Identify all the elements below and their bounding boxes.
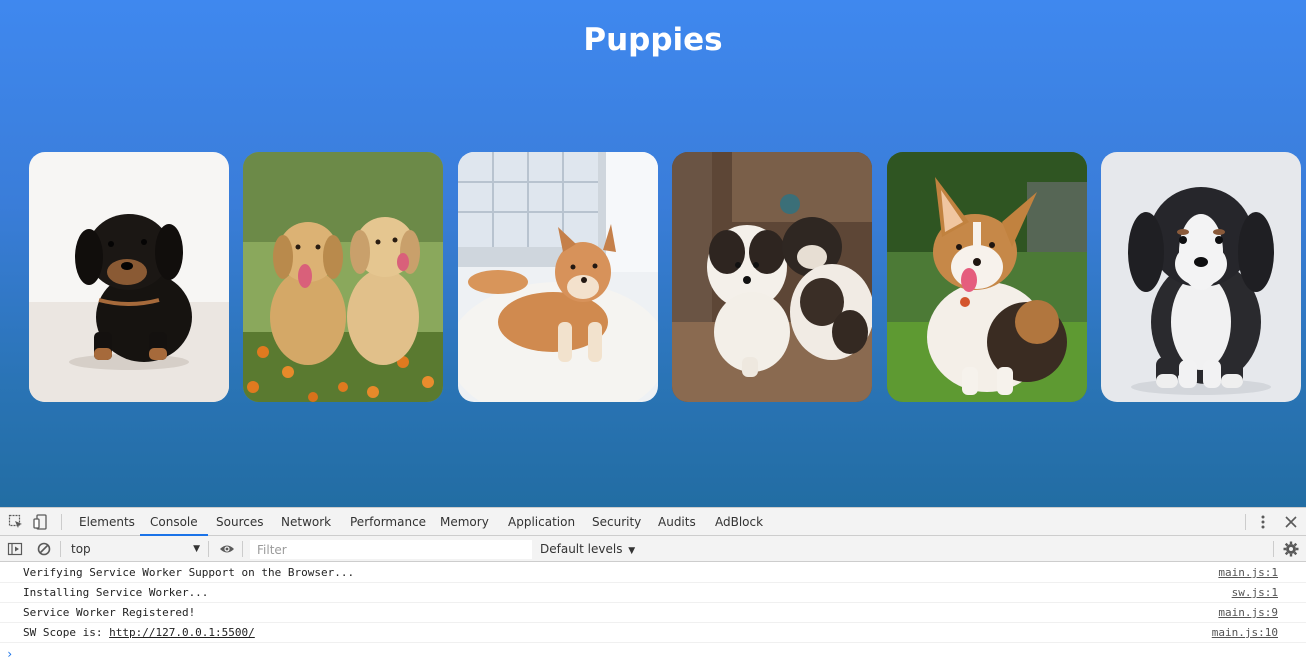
tab-application[interactable]: Application — [508, 508, 575, 536]
console-toolbar: top ▼ Default levels ▼ — [0, 536, 1306, 562]
live-expression-eye-icon[interactable] — [219, 541, 235, 557]
shih-tzu-puppies-image — [672, 152, 872, 402]
shiba-inu-puppy-image — [458, 152, 658, 402]
console-message: Service Worker Registered! main.js:9 — [0, 603, 1306, 623]
console-message-text: Installing Service Worker... — [23, 586, 209, 599]
puppy-card-2[interactable] — [243, 152, 443, 402]
tab-adblock[interactable]: AdBlock — [715, 508, 763, 536]
close-icon[interactable] — [1283, 514, 1299, 530]
execution-context-select[interactable]: top ▼ — [62, 538, 204, 560]
clear-console-icon[interactable] — [36, 541, 52, 557]
tab-memory[interactable]: Memory — [440, 508, 489, 536]
puppy-card-1[interactable] — [29, 152, 229, 402]
more-options-icon[interactable] — [1255, 514, 1271, 530]
console-message-text: Service Worker Registered! — [23, 606, 196, 619]
bernedoodle-puppy-image — [1101, 152, 1301, 402]
devtools-panel: Elements Console Sources Network Perform… — [0, 507, 1306, 665]
golden-retriever-puppies-image — [243, 152, 443, 402]
console-message: Installing Service Worker... sw.js:1 — [0, 583, 1306, 603]
console-source-link[interactable]: main.js:9 — [1218, 603, 1278, 623]
black-dachshund-puppy-image — [29, 152, 229, 402]
puppy-card-3[interactable] — [458, 152, 658, 402]
settings-gear-icon[interactable] — [1283, 541, 1299, 557]
toolbar-separator — [1273, 541, 1274, 557]
show-sidebar-icon[interactable] — [7, 541, 23, 557]
console-source-link[interactable]: sw.js:1 — [1232, 583, 1278, 603]
log-levels-label: Default levels — [540, 542, 623, 556]
page-title: Puppies — [583, 22, 723, 58]
filter-input[interactable] — [250, 540, 532, 559]
tab-audits[interactable]: Audits — [658, 508, 696, 536]
console-message-text: SW Scope is: http://127.0.0.1:5500/ — [23, 623, 255, 643]
console-message: Verifying Service Worker Support on the … — [0, 563, 1306, 583]
console-source-link[interactable]: main.js:10 — [1212, 623, 1278, 643]
log-levels-dropdown[interactable]: Default levels ▼ — [540, 538, 635, 560]
page-background: Puppies — [0, 0, 1306, 507]
execution-context-value: top — [71, 542, 91, 556]
tab-security[interactable]: Security — [592, 508, 641, 536]
tab-elements[interactable]: Elements — [79, 508, 135, 536]
console-source-link[interactable]: main.js:1 — [1218, 563, 1278, 583]
inspect-element-icon[interactable] — [8, 514, 24, 530]
console-message-text: Verifying Service Worker Support on the … — [23, 566, 355, 579]
tab-separator — [61, 514, 62, 530]
console-message-prefix: SW Scope is: — [23, 626, 110, 639]
scope-url-link[interactable]: http://127.0.0.1:5500/ — [109, 626, 255, 639]
console-prompt-icon[interactable]: › — [6, 647, 13, 661]
devtools-tabbar: Elements Console Sources Network Perform… — [0, 508, 1306, 536]
console-message: SW Scope is: http://127.0.0.1:5500/ main… — [0, 623, 1306, 643]
puppy-card-5[interactable] — [887, 152, 1087, 402]
toolbar-separator — [60, 541, 61, 557]
console-log-list: Verifying Service Worker Support on the … — [0, 563, 1306, 643]
tab-console[interactable]: Console — [140, 508, 208, 536]
corgi-puppy-image — [887, 152, 1087, 402]
puppy-card-4[interactable] — [672, 152, 872, 402]
chevron-down-icon: ▼ — [193, 544, 200, 554]
puppy-card-6[interactable] — [1101, 152, 1301, 402]
toolbar-separator — [242, 541, 243, 557]
tab-network[interactable]: Network — [281, 508, 331, 536]
toolbar-separator — [208, 541, 209, 557]
device-toolbar-icon[interactable] — [33, 514, 49, 530]
tab-separator — [1245, 514, 1246, 530]
tab-performance[interactable]: Performance — [350, 508, 426, 536]
chevron-down-icon: ▼ — [628, 546, 636, 556]
tab-sources[interactable]: Sources — [216, 508, 263, 536]
